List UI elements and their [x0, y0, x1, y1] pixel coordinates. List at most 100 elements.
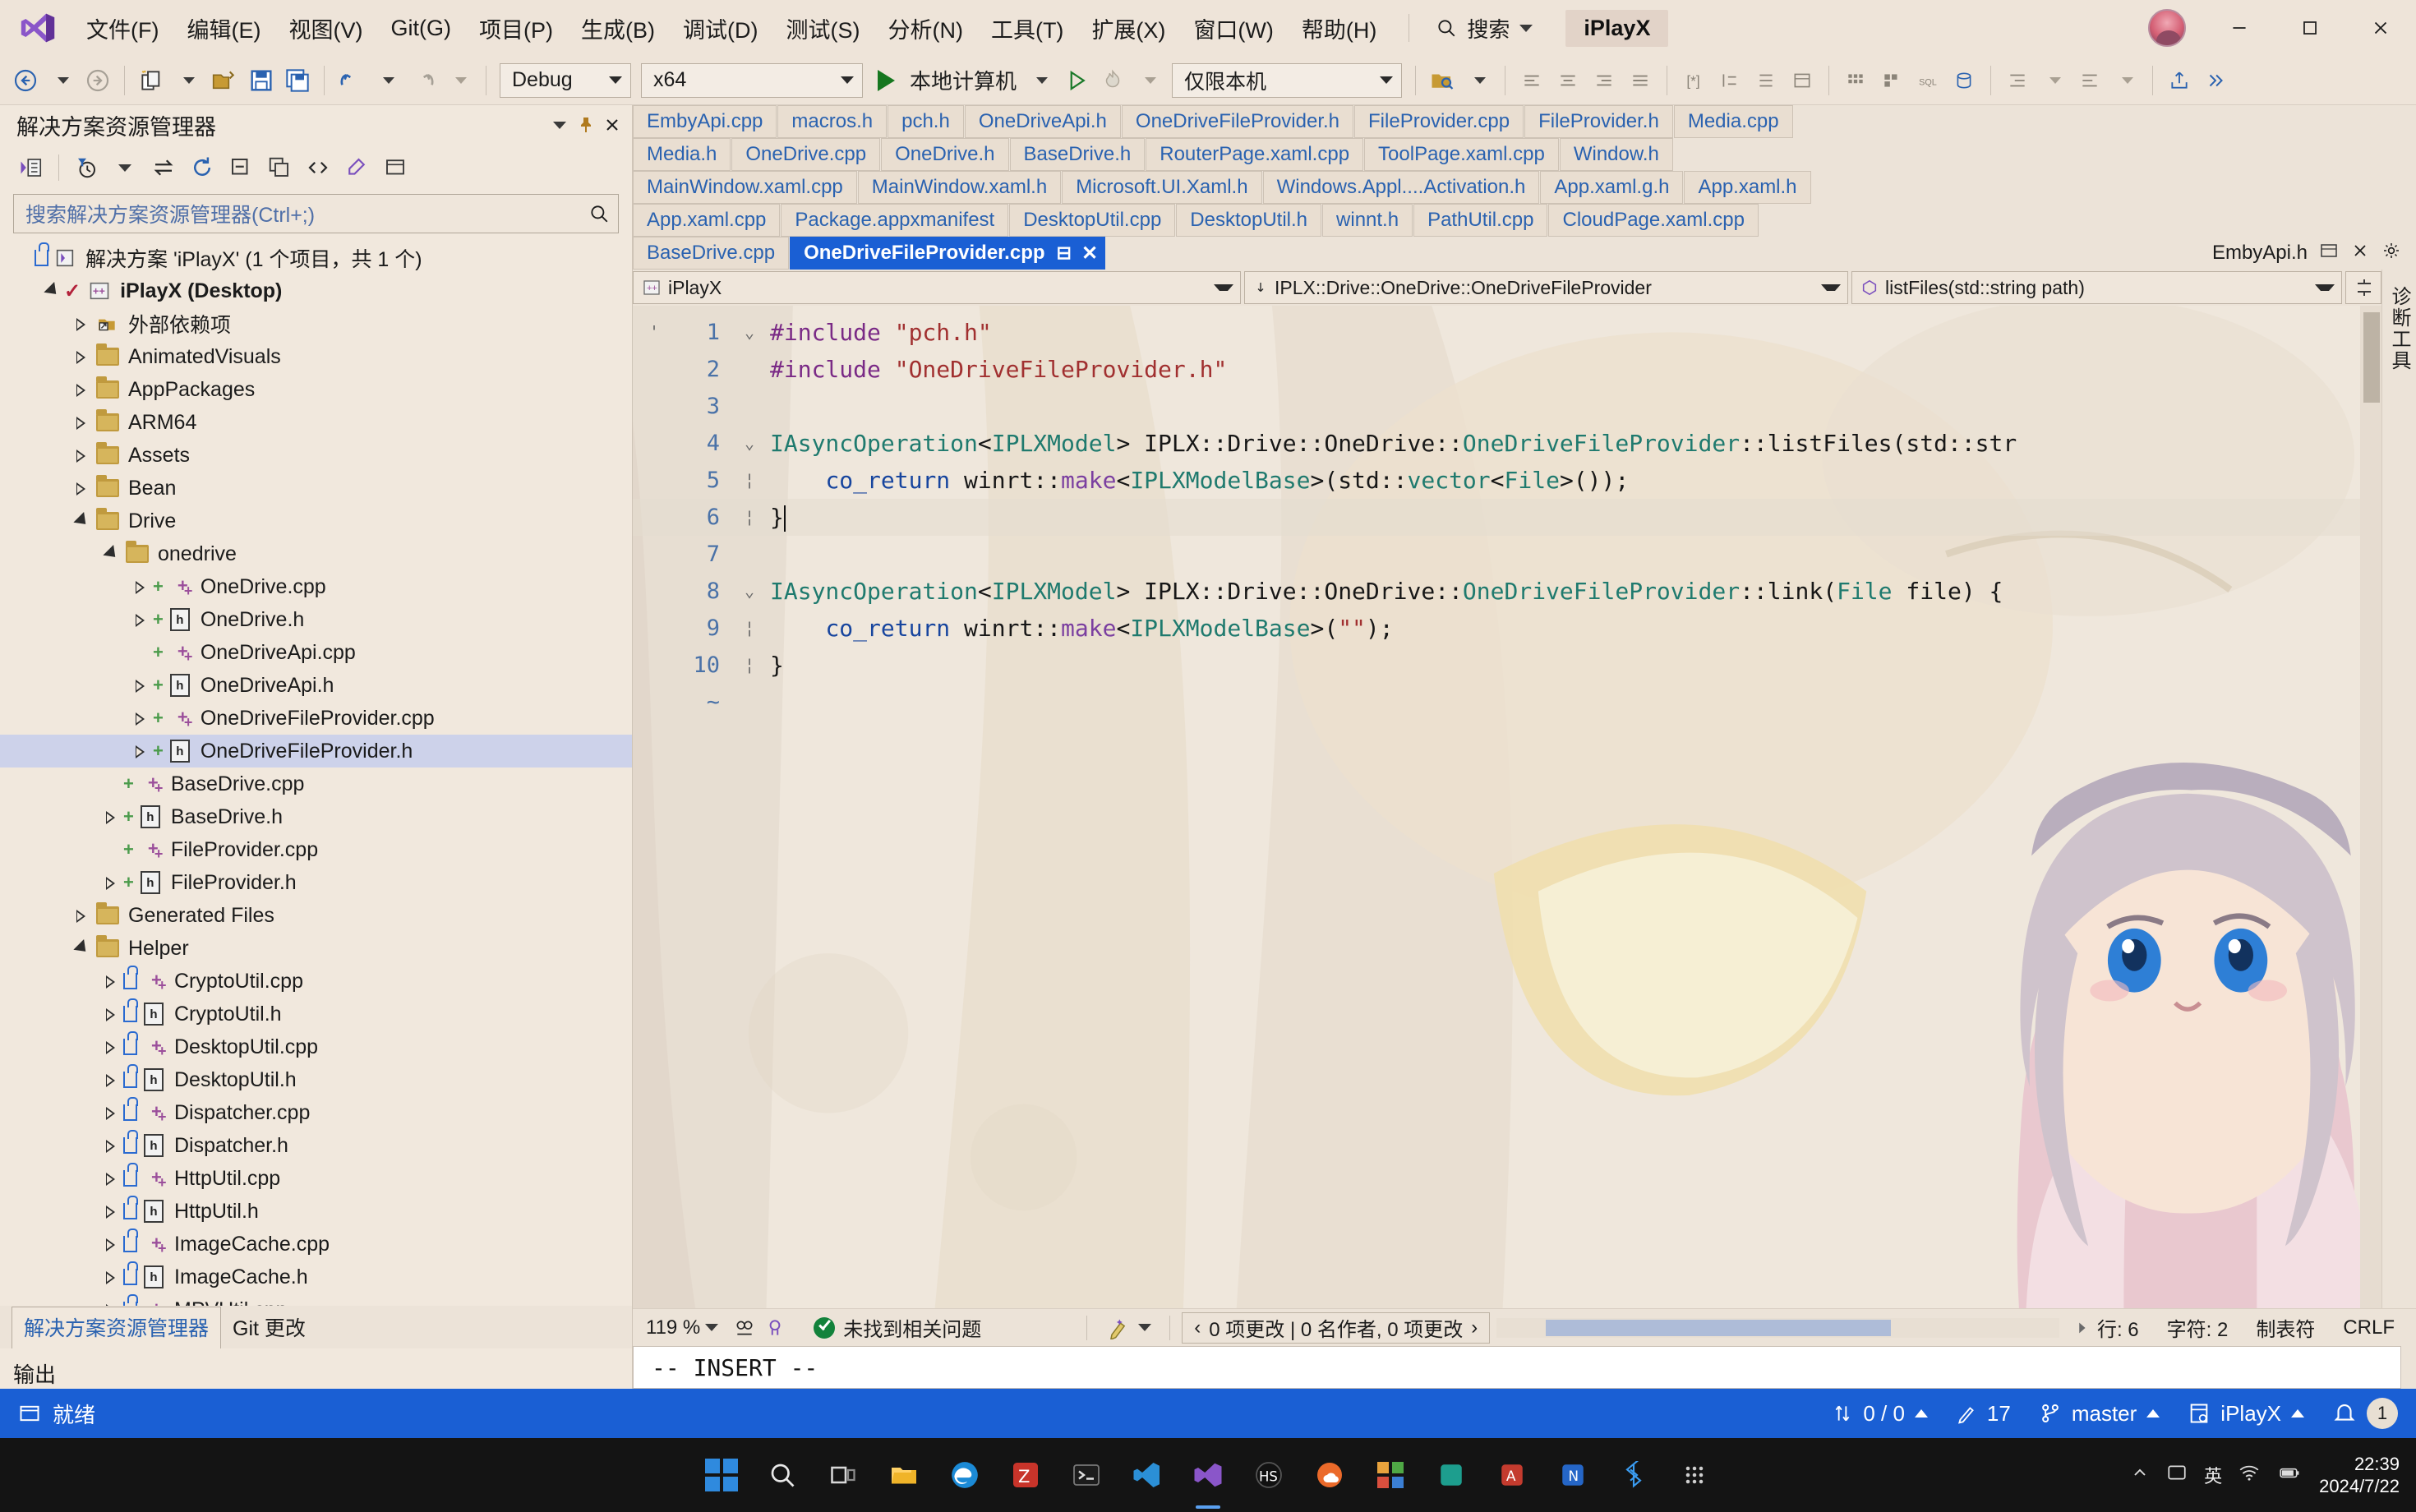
- fold-toggle[interactable]: ¦: [735, 499, 763, 536]
- menu-test[interactable]: 测试(S): [772, 0, 874, 56]
- document-tab[interactable]: MainWindow.xaml.h: [857, 171, 1062, 204]
- new-item-dropdown[interactable]: [170, 62, 205, 99]
- panel-dropdown-button[interactable]: [546, 110, 573, 140]
- zoom-control[interactable]: 119 %: [633, 1316, 726, 1339]
- code-line[interactable]: 8 ⌄ IAsyncOperation<IPLXModel> IPLX::Drive…: [633, 573, 2381, 610]
- document-tab[interactable]: MainWindow.xaml.cpp: [633, 171, 857, 204]
- code-line[interactable]: 10 ¦}: [633, 647, 2381, 684]
- sql-button[interactable]: SQL: [1911, 62, 1945, 99]
- expand-twisty[interactable]: [128, 702, 153, 735]
- close-button[interactable]: [2345, 0, 2416, 56]
- tree-item[interactable]: + + + FileProvider.cpp: [0, 833, 632, 866]
- collapse-twisty[interactable]: [39, 274, 64, 307]
- code-text[interactable]: co_return winrt::make<IPLXModelBase>("")…: [763, 610, 1393, 647]
- expand-twisty[interactable]: [99, 1162, 123, 1195]
- start-without-debugging-button[interactable]: [1059, 62, 1094, 99]
- expand-twisty[interactable]: [99, 1261, 123, 1293]
- taskbar-clock[interactable]: 22:39 2024/7/22: [2319, 1453, 2400, 1498]
- document-tab[interactable]: OneDrive.cpp: [731, 138, 881, 171]
- expand-twisty[interactable]: [99, 800, 123, 833]
- app-red-icon[interactable]: A: [1487, 1450, 1538, 1500]
- align-left-button[interactable]: [1515, 62, 1549, 99]
- menu-git[interactable]: Git(G): [376, 0, 465, 56]
- document-tab[interactable]: App.xaml.g.h: [1540, 171, 1684, 204]
- code-line[interactable]: 4 ⌄ IAsyncOperation<IPLXModel> IPLX::Drive…: [633, 425, 2381, 462]
- file-explorer-icon[interactable]: [878, 1450, 929, 1500]
- document-tab[interactable]: pch.h: [888, 105, 964, 138]
- undo-dropdown[interactable]: [370, 62, 404, 99]
- database-button[interactable]: [1947, 62, 1981, 99]
- code-line[interactable]: ' 1 ⌄ #include "pch.h": [633, 314, 2381, 351]
- vscode-icon[interactable]: [1122, 1450, 1173, 1500]
- code-text[interactable]: #include "pch.h": [763, 314, 992, 351]
- hot-reload-button[interactable]: [1095, 62, 1130, 99]
- grid-button[interactable]: [1838, 62, 1873, 99]
- tree-item[interactable]: Generated Files: [0, 899, 632, 932]
- menu-analyze[interactable]: 分析(N): [874, 0, 976, 56]
- save-all-button[interactable]: [280, 62, 315, 99]
- app-blue-icon[interactable]: N: [1547, 1450, 1598, 1500]
- ime-language-indicator[interactable]: 英: [2204, 1462, 2222, 1488]
- tree-item[interactable]: + + + OneDriveApi.cpp: [0, 636, 632, 669]
- document-tab[interactable]: App.xaml.h: [1684, 171, 1811, 204]
- edge-browser-icon[interactable]: [939, 1450, 990, 1500]
- tree-item[interactable]: + + + OneDrive.cpp: [0, 570, 632, 603]
- collapse-twisty[interactable]: [69, 505, 94, 537]
- document-tab[interactable]: CloudPage.xaml.cpp: [1548, 204, 1759, 237]
- document-tab[interactable]: DesktopUtil.h: [1176, 204, 1322, 237]
- split-editor-button[interactable]: [2345, 271, 2381, 304]
- pin-button[interactable]: [573, 110, 599, 140]
- solution-platform-combo[interactable]: x64: [641, 62, 863, 98]
- branch-status[interactable]: master: [2039, 1401, 2160, 1427]
- tree-item[interactable]: Drive: [0, 505, 632, 537]
- pending-changes-filter-button[interactable]: [68, 150, 104, 186]
- menu-tools[interactable]: 工具(T): [977, 0, 1077, 56]
- expand-twisty[interactable]: [69, 472, 94, 505]
- document-tab[interactable]: FileProvider.h: [1524, 105, 1673, 138]
- grid-icon[interactable]: [1669, 1450, 1720, 1500]
- document-tab[interactable]: OneDriveApi.h: [964, 105, 1121, 138]
- expand-twisty[interactable]: [99, 1228, 123, 1261]
- back-dropdown[interactable]: [44, 62, 79, 99]
- tab-solution-explorer[interactable]: 解决方案资源管理器: [12, 1307, 222, 1348]
- align-right-button[interactable]: [1587, 62, 1621, 99]
- menu-extensions[interactable]: 扩展(X): [1077, 0, 1179, 56]
- menu-project[interactable]: 项目(P): [465, 0, 567, 56]
- store-icon[interactable]: [1365, 1450, 1416, 1500]
- save-button[interactable]: [244, 62, 279, 99]
- document-tab[interactable]: Media.cpp: [1673, 105, 1793, 138]
- new-item-button[interactable]: [134, 62, 168, 99]
- tree-item[interactable]: Assets: [0, 439, 632, 472]
- code-text[interactable]: }: [763, 647, 784, 684]
- expand-twisty[interactable]: [99, 1293, 123, 1306]
- document-tab[interactable]: Package.appxmanifest: [781, 204, 1009, 237]
- document-tab[interactable]: OneDriveFileProvider.h: [1121, 105, 1354, 138]
- pin-icon[interactable]: ⊟: [1057, 242, 1072, 264]
- code-text[interactable]: IAsyncOperation<IPLXModel> IPLX::Drive::…: [763, 425, 2017, 462]
- menu-view[interactable]: 视图(V): [274, 0, 376, 56]
- tree-item[interactable]: h CryptoUtil.h: [0, 998, 632, 1030]
- expand-twisty[interactable]: [99, 1195, 123, 1228]
- expand-twisty[interactable]: [69, 307, 94, 340]
- vim-command-line[interactable]: -- INSERT --: [633, 1346, 2401, 1389]
- terminal-icon[interactable]: [1061, 1450, 1112, 1500]
- tree-item[interactable]: h ImageCache.h: [0, 1261, 632, 1293]
- align-justify-button[interactable]: [1623, 62, 1658, 99]
- tree-item[interactable]: + h OneDriveFileProvider.h: [0, 735, 632, 768]
- tree-item[interactable]: + + HttpUtil.cpp: [0, 1162, 632, 1195]
- tree-item[interactable]: + h OneDriveApi.h: [0, 669, 632, 702]
- expand-twisty[interactable]: [128, 603, 153, 636]
- document-tab[interactable]: BaseDrive.cpp: [633, 237, 790, 270]
- menu-debug[interactable]: 调试(D): [669, 0, 772, 56]
- onedrive-cloud-icon[interactable]: [1304, 1450, 1355, 1500]
- show-all-files-button[interactable]: [261, 150, 297, 186]
- spacing-button[interactable]: [1749, 62, 1783, 99]
- maximize-button[interactable]: [2275, 0, 2345, 56]
- close-icon[interactable]: ✕: [1081, 242, 1098, 265]
- tree-item[interactable]: h DesktopUtil.h: [0, 1063, 632, 1096]
- line-number[interactable]: 行: 6: [2097, 1313, 2139, 1342]
- code-line[interactable]: 2 #include "OneDriveFileProvider.h": [633, 351, 2381, 388]
- document-tab[interactable]: Windows.Appl....Activation.h: [1262, 171, 1540, 204]
- outdent-dropdown[interactable]: [2109, 62, 2143, 99]
- indent-button[interactable]: [2000, 62, 2035, 99]
